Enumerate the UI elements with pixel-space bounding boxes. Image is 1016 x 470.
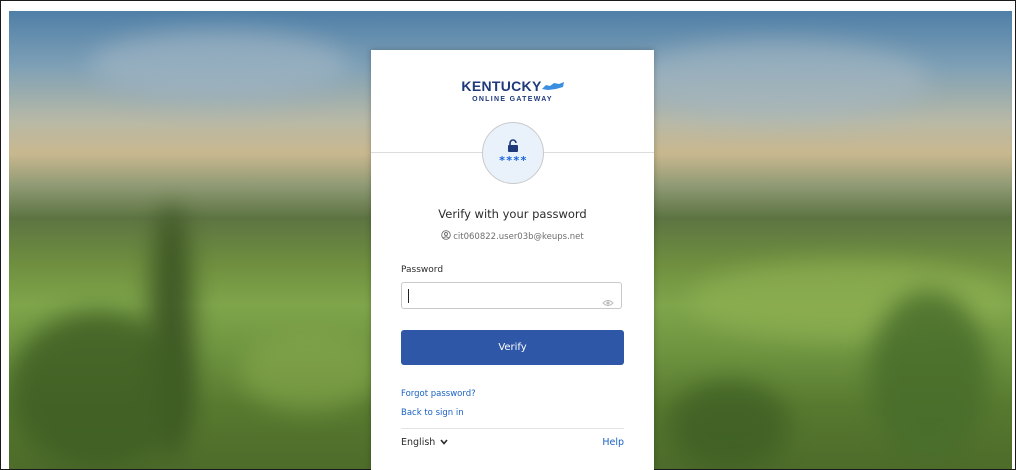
sky-cloud — [629, 41, 929, 121]
password-label: Password — [401, 265, 444, 275]
language-label: English — [401, 437, 436, 448]
tree — [669, 381, 789, 469]
page-title: Verify with your password — [438, 207, 587, 221]
logo-subtitle: ONLINE GATEWAY — [472, 96, 553, 103]
forgot-password-link[interactable]: Forgot password? — [401, 389, 476, 399]
language-selector[interactable]: English — [401, 437, 448, 448]
user-circle-icon — [441, 230, 452, 243]
sky-cloud — [89, 31, 349, 101]
user-identifier: cit060822.user03b@keups.net — [371, 230, 654, 243]
footer-divider — [401, 428, 624, 429]
chevron-down-icon — [440, 437, 448, 448]
user-email: cit060822.user03b@keups.net — [453, 232, 584, 242]
logo-title: KENTUCKY — [461, 78, 542, 94]
help-link[interactable]: Help — [602, 437, 624, 448]
eye-icon[interactable] — [602, 292, 614, 311]
field — [239, 331, 379, 411]
verify-button[interactable]: Verify — [401, 330, 624, 365]
tree-cluster — [869, 291, 989, 461]
login-card: KENTUCKY ONLINE GATEWAY **** Verify with… — [371, 50, 654, 470]
masked-password-glyphs: **** — [498, 154, 528, 167]
kentucky-state-icon — [541, 82, 564, 90]
kentucky-gateway-logo: KENTUCKY ONLINE GATEWAY — [371, 76, 654, 103]
lock-icon — [508, 139, 518, 152]
back-to-sign-in-link[interactable]: Back to sign in — [401, 408, 464, 418]
password-input[interactable] — [401, 282, 622, 309]
tree-cluster — [9, 311, 189, 469]
text-caret — [408, 289, 409, 303]
password-factor-badge: **** — [482, 122, 544, 184]
